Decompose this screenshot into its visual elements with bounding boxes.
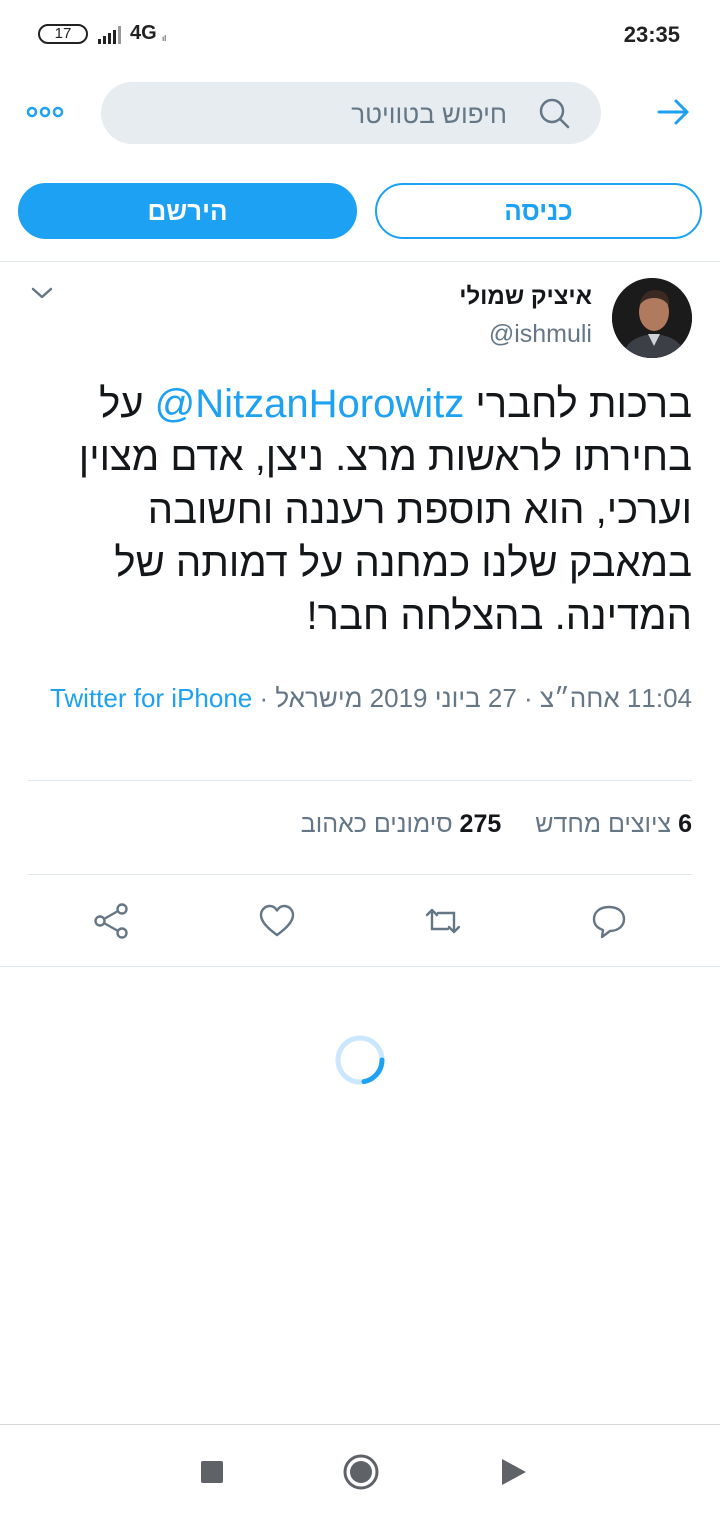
- tweet-text: ברכות לחברי @NitzanHorowitz על בחירתו לר…: [22, 378, 692, 643]
- search-placeholder: חיפוש בטוויטר: [351, 99, 507, 129]
- share-icon[interactable]: [92, 902, 130, 940]
- likes-count: 275: [459, 810, 502, 838]
- tweet-stats: 6 ציוצים מחדש 275 סימונים כאהוב: [22, 810, 692, 839]
- tweet-source-link[interactable]: Twitter for iPhone: [50, 683, 252, 713]
- battery-indicator: 17: [38, 24, 88, 44]
- like-icon[interactable]: [258, 902, 296, 940]
- tweet-meta: 11:04 אחה״צ · 27 ביוני 2019 מישראל · Twi…: [22, 680, 692, 716]
- loading-spinner-icon: [335, 1035, 385, 1085]
- login-button[interactable]: כניסה: [375, 183, 702, 239]
- retweet-icon[interactable]: [424, 902, 462, 940]
- home-circle-icon[interactable]: [343, 1454, 379, 1490]
- signal-icon: [98, 26, 121, 44]
- avatar[interactable]: [612, 278, 692, 358]
- search-input[interactable]: חיפוש בטוויטר: [101, 82, 601, 144]
- network-activity: ıl: [162, 34, 166, 43]
- likes-label: סימונים כאהוב: [300, 810, 453, 838]
- divider: [28, 874, 692, 875]
- tweet-timestamp[interactable]: 11:04 אחה״צ · 27 ביוני 2019 מישראל ·: [252, 683, 692, 713]
- clock: 23:35: [623, 22, 680, 47]
- search-icon: [539, 98, 570, 129]
- status-bar: 17 4G ıl 23:35: [0, 0, 720, 70]
- mention-link[interactable]: @NitzanHorowitz: [155, 382, 465, 426]
- nav-bar-divider: [0, 1424, 720, 1425]
- author-name[interactable]: איציק שמולי: [459, 283, 592, 311]
- back-triangle-icon[interactable]: [496, 1454, 532, 1490]
- divider: [0, 966, 720, 967]
- network-type: 4G: [130, 22, 157, 44]
- tweet-text-start: ברכות לחברי: [464, 382, 692, 426]
- author-handle[interactable]: @ishmuli: [489, 320, 592, 349]
- retweets-count: 6: [678, 810, 692, 838]
- recents-square-icon[interactable]: [194, 1454, 230, 1490]
- avatar-image: [612, 278, 692, 358]
- reply-icon[interactable]: [590, 902, 628, 940]
- chevron-down-icon[interactable]: [30, 284, 54, 302]
- more-options-icon[interactable]: [26, 96, 66, 128]
- retweets-label: ציוצים מחדש: [535, 810, 672, 838]
- divider: [28, 780, 692, 781]
- retweets-stat[interactable]: 6 ציוצים מחדש: [535, 810, 692, 838]
- back-arrow-icon[interactable]: [656, 96, 692, 128]
- likes-stat[interactable]: 275 סימונים כאהוב: [301, 810, 501, 838]
- divider: [0, 261, 720, 262]
- signup-button[interactable]: הירשם: [18, 183, 357, 239]
